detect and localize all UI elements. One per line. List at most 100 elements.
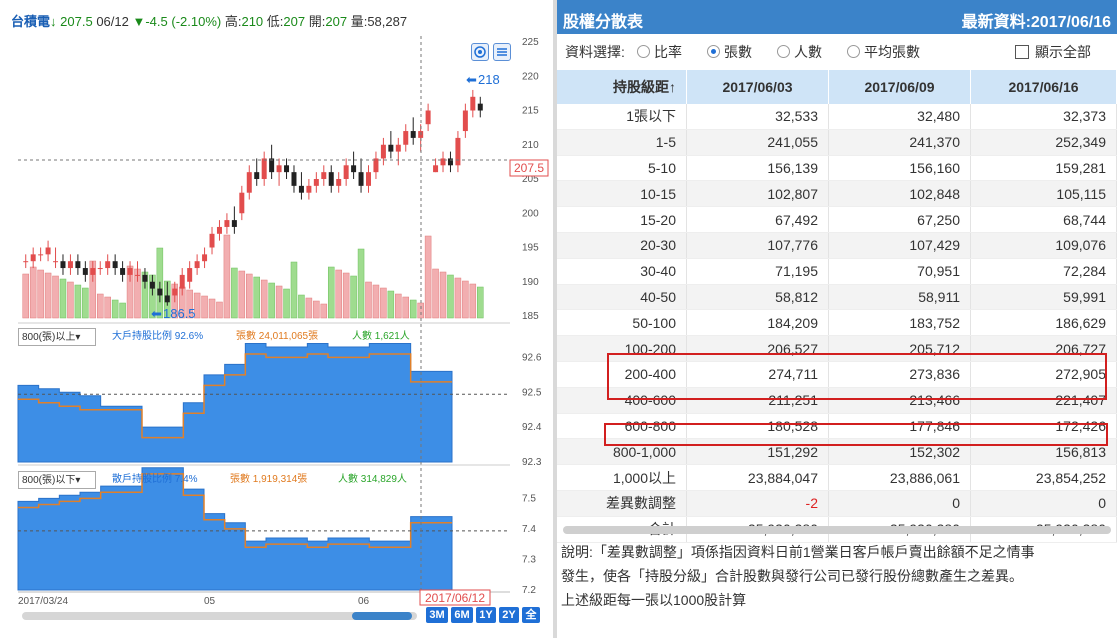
latest-date: 最新資料:2017/06/16 bbox=[961, 14, 1111, 31]
volume-bar bbox=[454, 277, 462, 319]
volume-bar bbox=[357, 248, 365, 319]
value-cell: 252,349 bbox=[970, 129, 1117, 156]
range-scrollbar[interactable] bbox=[22, 612, 417, 620]
candle-body bbox=[97, 268, 103, 270]
period-3m-button[interactable]: 3M bbox=[426, 607, 448, 623]
value-cell: 156,160 bbox=[828, 155, 971, 182]
panel-tick: 7.5 bbox=[522, 493, 536, 504]
table-row: 10-15 102,807 102,848 105,115 bbox=[557, 180, 1117, 208]
candle-body bbox=[410, 131, 416, 138]
table-row: 20-30 107,776 107,429 109,076 bbox=[557, 232, 1117, 259]
period-6m-button[interactable]: 6M bbox=[451, 607, 473, 623]
volume-bar bbox=[119, 302, 126, 319]
volume-bar bbox=[44, 272, 52, 319]
volume-bar bbox=[432, 268, 439, 319]
candle-body bbox=[75, 261, 81, 269]
candle-body bbox=[194, 261, 200, 269]
holder-filter-select-large[interactable]: 800(張)以上▾ bbox=[18, 328, 96, 346]
candle-body bbox=[291, 172, 297, 186]
candle-body bbox=[30, 254, 36, 262]
table-row: 50-100 184,209 183,752 186,629 bbox=[557, 309, 1117, 337]
volume-bar bbox=[216, 301, 223, 319]
value-cell: 67,250 bbox=[828, 206, 971, 233]
legend-large-ratio: 大戶持股比例 92.6% bbox=[112, 331, 204, 342]
volume-bar bbox=[298, 294, 305, 319]
volume-bars bbox=[22, 234, 484, 319]
value-cell: 184,209 bbox=[686, 309, 829, 337]
candle-body bbox=[328, 172, 334, 186]
value-cell: 32,373 bbox=[970, 104, 1117, 130]
volume-bar bbox=[246, 273, 253, 319]
range-cell: 40-50 bbox=[557, 284, 687, 311]
volume-bar bbox=[342, 272, 350, 319]
value-cell: 67,492 bbox=[686, 206, 829, 233]
period-2y-button[interactable]: 2Y bbox=[499, 607, 519, 623]
value-cell: -2 bbox=[686, 490, 829, 517]
col-date-1: 2017/06/03 bbox=[686, 70, 829, 104]
range-scrollbar-thumb[interactable] bbox=[352, 612, 412, 620]
volume-bar bbox=[335, 269, 342, 319]
value-cell: 109,076 bbox=[970, 232, 1117, 259]
candle-body bbox=[209, 233, 215, 248]
panel-tick: 92.5 bbox=[522, 387, 542, 398]
volume-bar bbox=[37, 269, 44, 319]
volume-bar bbox=[268, 282, 275, 319]
candle-body bbox=[127, 268, 133, 275]
table-header-row: 持股級距↑ 2017/06/03 2017/06/09 2017/06/16 bbox=[557, 70, 1117, 104]
range-cell: 差異數調整 bbox=[557, 490, 687, 517]
candle-body bbox=[202, 254, 208, 262]
candle-body bbox=[90, 268, 96, 275]
option-ratio[interactable]: 比率 bbox=[637, 42, 682, 62]
table-row: 差異數調整 -2 0 0 bbox=[557, 490, 1117, 517]
option-average[interactable]: 平均張數 bbox=[847, 42, 920, 62]
max-price-label: 218 bbox=[478, 72, 500, 87]
panel-title-bar: 股權分散表 最新資料:2017/06/16 bbox=[557, 0, 1117, 34]
volume-bar bbox=[387, 290, 395, 319]
value-cell: 102,848 bbox=[828, 180, 971, 208]
option-label: 資料選擇: bbox=[565, 44, 625, 60]
chart-canvas: 225220215210205200195190185 92.692.592.4… bbox=[17, 36, 549, 607]
max-arrow-icon: ⬅ bbox=[466, 72, 477, 87]
candle-body bbox=[53, 261, 59, 263]
current-price-text: 207.5 bbox=[514, 161, 544, 175]
candle-body bbox=[313, 179, 319, 186]
holder-filter-select-small[interactable]: 800(張)以下▾ bbox=[18, 471, 96, 489]
candle-body bbox=[231, 220, 237, 227]
legend-large-count: 張數 24,011,065張 bbox=[236, 331, 319, 342]
candle-body bbox=[425, 110, 431, 125]
range-cell: 1-5 bbox=[557, 129, 687, 156]
value-cell: 241,055 bbox=[686, 129, 829, 156]
option-people[interactable]: 人數 bbox=[777, 42, 822, 62]
table-horizontal-scrollbar[interactable] bbox=[563, 526, 1111, 534]
value-cell: 68,744 bbox=[970, 206, 1117, 233]
value-cell: 241,370 bbox=[828, 129, 971, 156]
price-tick: 190 bbox=[522, 277, 539, 288]
candle-body bbox=[351, 165, 357, 173]
value-cell: 58,911 bbox=[828, 284, 971, 311]
volume-bar bbox=[313, 300, 320, 319]
candle-body bbox=[343, 165, 349, 179]
price-tick: 225 bbox=[522, 37, 539, 48]
volume-bar bbox=[253, 276, 260, 319]
panel-tick: 7.4 bbox=[522, 524, 536, 535]
col-range[interactable]: 持股級距↑ bbox=[557, 70, 687, 104]
candle-body bbox=[321, 172, 327, 179]
candle-body bbox=[239, 192, 245, 214]
period-1y-button[interactable]: 1Y bbox=[476, 607, 496, 623]
volume-bar bbox=[365, 281, 372, 319]
x-tick-05: 05 bbox=[204, 596, 216, 607]
period-all-button[interactable]: 全 bbox=[522, 607, 540, 623]
option-shares[interactable]: 張數 bbox=[707, 42, 752, 62]
volume-bar bbox=[52, 275, 59, 319]
price-tick: 185 bbox=[522, 311, 539, 322]
candle-body bbox=[336, 179, 342, 186]
range-cell: 50-100 bbox=[557, 309, 687, 337]
candle-body bbox=[164, 295, 170, 303]
show-all-checkbox[interactable]: 顯示全部 bbox=[1015, 42, 1091, 62]
candle-body bbox=[179, 274, 185, 289]
note-text: 說明:「差異數調整」項係指因資料日前1營業日客戶帳戶賣出餘額不足之情事 發生，使… bbox=[561, 540, 1113, 612]
panel-title: 股權分散表 bbox=[563, 14, 644, 31]
volume-bar bbox=[402, 296, 410, 319]
value-cell: 105,115 bbox=[970, 180, 1117, 208]
candle-body bbox=[440, 158, 446, 166]
